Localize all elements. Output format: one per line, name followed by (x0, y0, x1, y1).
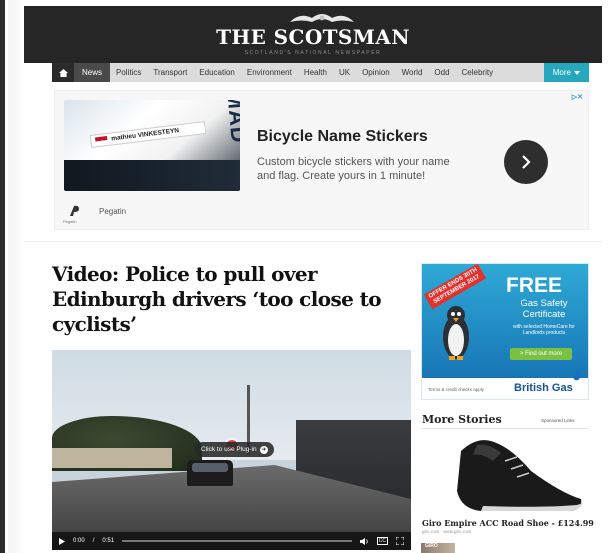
ad-logo-caption: Pegatin (63, 219, 77, 224)
crest-emblem (290, 14, 354, 22)
play-button[interactable] (59, 537, 65, 545)
shoe-thumbnail[interactable] (421, 431, 589, 517)
british-gas-logo[interactable]: British Gas (514, 382, 573, 394)
ad-free-headline: FREE (506, 274, 563, 297)
nav-item-environment[interactable]: Environment (241, 63, 298, 82)
site-tagline: SCOTLAND'S NATIONAL NEWSPAPER (244, 50, 382, 56)
find-out-more-button[interactable]: > Find out more (510, 348, 572, 360)
nav-item-uk[interactable]: UK (333, 63, 356, 82)
video-player[interactable]: Click to use Plug-in ➜ 0:00 / 0:51 CC (52, 350, 411, 550)
nav-item-education[interactable]: Education (193, 63, 241, 82)
nav-items: News Politics Transport Education Environmen… (74, 63, 499, 82)
ad-small-text: with selected HomeCare for Landlords pro… (513, 324, 575, 336)
sponsored-links-label[interactable]: Sponsored Links (541, 418, 575, 423)
nav-item-health[interactable]: Health (298, 63, 333, 82)
ad-frame-brandmark: MAD (222, 100, 240, 145)
article-headline: Video: Police to pull over Edinburgh dri… (52, 262, 382, 336)
nav-home-button[interactable] (52, 63, 74, 82)
more-stories-rule (421, 428, 589, 429)
fullscreen-icon (396, 537, 404, 545)
nav-item-transport[interactable]: Transport (147, 63, 193, 82)
video-controls: 0:00 / 0:51 CC (52, 532, 411, 550)
nav-more-label: More (552, 68, 571, 77)
next-story-thumb-text: GIRO (425, 543, 438, 549)
main-nav: News Politics Transport Education Environmen… (52, 63, 589, 82)
ad-image-shadow (64, 160, 240, 191)
video-progress-bar[interactable] (122, 540, 352, 542)
nav-item-opinion[interactable]: Opinion (356, 63, 396, 82)
pegatin-logo-icon (70, 205, 79, 216)
ad-next-button[interactable] (504, 140, 548, 184)
flag-icon (94, 135, 108, 145)
site-logo[interactable]: THE SCOTSMAN (24, 25, 602, 49)
captions-button[interactable]: CC (376, 537, 388, 545)
adchoices-icon[interactable]: ▷✕ (572, 93, 583, 101)
ad-body: Custom bicycle stickers with your name a… (257, 156, 450, 182)
section-divider (24, 241, 602, 242)
nav-item-odd[interactable]: Odd (428, 63, 455, 82)
ad-terms: Terms & credit checks apply (428, 387, 485, 392)
ad-sticker-text: mathieu VINKESTEYN (110, 127, 180, 143)
play-icon (59, 537, 65, 545)
video-houses (52, 448, 172, 468)
plugin-label: Click to use Plug-in (201, 446, 257, 453)
time-current: 0:00 (73, 538, 85, 544)
flame-icon (573, 369, 581, 381)
sponsored-ad-banner[interactable]: ▷✕ mathieu VINKESTEYN MAD Bicycle Name S… (54, 90, 589, 230)
video-car (187, 460, 233, 486)
penguin-mascot-icon (443, 306, 469, 360)
arrow-right-icon: ➜ (259, 445, 268, 454)
nav-item-politics[interactable]: Politics (110, 63, 147, 82)
chevron-down-icon (574, 70, 580, 75)
ad-sticker: mathieu VINKESTEYN (89, 120, 207, 149)
volume-button[interactable] (359, 537, 369, 545)
plugin-button[interactable]: Click to use Plug-in ➜ (195, 442, 274, 457)
story-title[interactable]: Giro Empire ACC Road Shoe - £124.99 (422, 518, 594, 528)
ad-image[interactable]: mathieu VINKESTEYN MAD (64, 100, 240, 191)
chevron-right-icon (522, 155, 531, 169)
british-gas-ad[interactable]: OFFER ENDS 30TH SEPTEMBER 2017 FREE Gas … (421, 263, 589, 400)
nav-item-news[interactable]: News (74, 63, 111, 82)
nav-item-world[interactable]: World (396, 63, 429, 82)
nav-item-celebrity[interactable]: Celebrity (456, 63, 500, 82)
time-total: 0:51 (102, 538, 115, 544)
ad-title[interactable]: Bicycle Name Stickers (257, 128, 428, 146)
nav-more-button[interactable]: More (543, 63, 589, 82)
time-separator: / (92, 538, 95, 544)
fullscreen-button[interactable] (396, 537, 404, 545)
more-stories-title: More Stories (422, 413, 502, 426)
volume-icon (359, 537, 368, 545)
browser-left-edge (0, 0, 24, 553)
story-source: giro.com · www.giro.com (422, 529, 472, 534)
ad-gas-text: Gas Safety Certificate (520, 298, 568, 320)
site-masthead: THE SCOTSMAN SCOTLAND'S NATIONAL NEWSPAP… (24, 6, 602, 63)
home-icon (58, 68, 68, 77)
ad-advertiser[interactable]: Pegatin (99, 207, 126, 216)
